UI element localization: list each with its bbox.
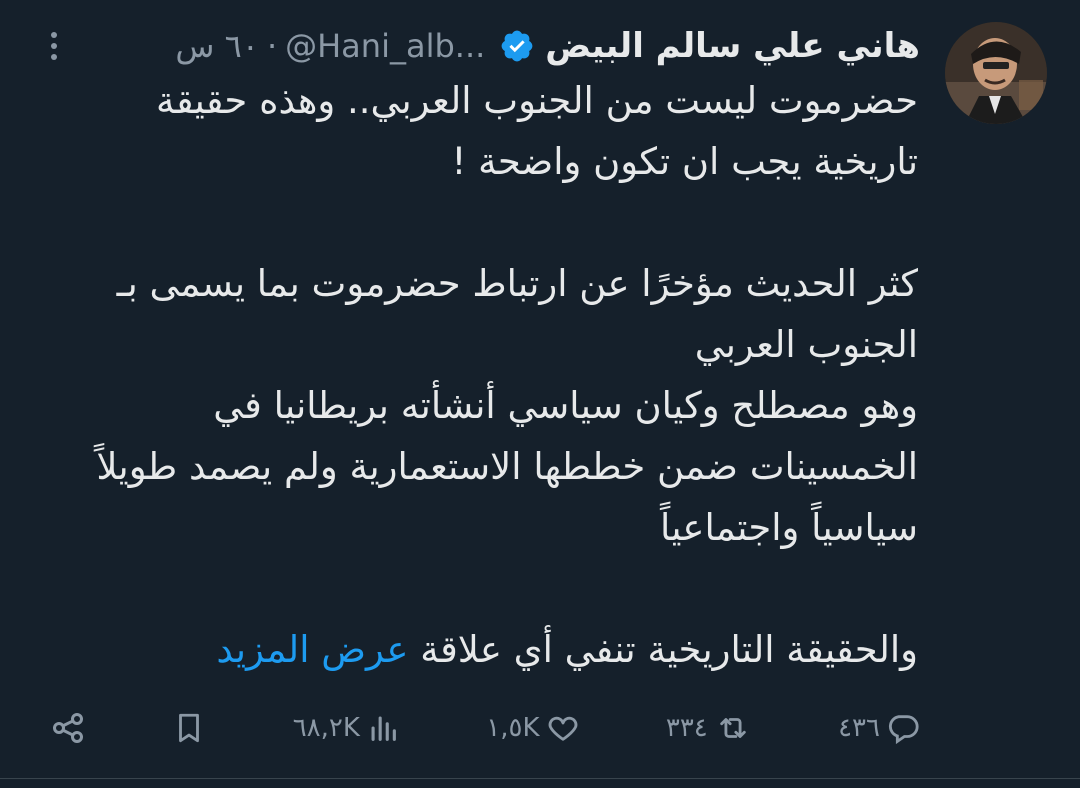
tweet-time[interactable]: ٦٠ س [175,27,259,65]
author-handle[interactable]: @Hani_alb... [285,27,485,65]
reply-button[interactable]: ٤٣٦ [838,711,920,745]
author-name[interactable]: هاني علي سالم البيض [545,26,920,66]
like-icon [546,711,580,745]
tweet-line: وهو مصطلح وكيان سياسي أنشأته بريطانيا في [213,384,918,427]
tweet-line: سياسياً واجتماعياً [659,506,918,549]
action-bar: ٤٣٦ ٣٣٤ ١,٥K ٦٨,٢K [50,700,920,756]
tweet-line: الجنوب العربي [694,323,918,366]
views-icon [366,711,400,745]
more-options-icon[interactable] [42,26,66,66]
share-icon [50,710,86,746]
tweet[interactable]: هاني علي سالم البيض @Hani_alb... · ٦٠ س … [0,0,1080,788]
separator-dot: · [266,27,278,65]
tweet-body: حضرموت ليست من الجنوب العربي.. وهذه حقيق… [58,70,918,680]
tweet-last-line: والحقيقة التاريخية تنفي أي علاقة عرض الم… [58,619,918,680]
tweet-line: تاريخية يجب ان تكون واضحة ! [451,140,918,183]
avatar[interactable] [945,22,1047,124]
like-count: ١,٥K [486,713,540,743]
divider [0,778,1080,779]
show-more-link[interactable]: عرض المزيد [216,628,408,671]
bookmark-button[interactable] [172,710,206,746]
view-count: ٦٨,٢K [292,713,360,743]
reply-count: ٤٣٦ [838,713,880,743]
views-button[interactable]: ٦٨,٢K [293,711,400,745]
reply-icon [886,711,920,745]
bookmark-icon [172,710,206,746]
tweet-line [58,558,918,619]
share-button[interactable] [50,710,86,746]
tweet-last-line-text: والحقيقة التاريخية تنفي أي علاقة [420,628,918,671]
verified-badge-icon [499,28,535,64]
tweet-line: الخمسينات ضمن خططها الاستعمارية ولم يصمد… [96,445,918,488]
retweet-button[interactable]: ٣٣٤ [666,711,752,745]
tweet-line: كثر الحديث مؤخرًا عن ارتباط حضرموت بما ي… [116,262,918,305]
tweet-line [58,192,918,253]
retweet-icon [714,711,752,745]
like-button[interactable]: ١,٥K [486,711,579,745]
tweet-header: هاني علي سالم البيض @Hani_alb... · ٦٠ س [40,22,920,70]
tweet-line: حضرموت ليست من الجنوب العربي.. وهذه حقيق… [156,79,918,122]
retweet-count: ٣٣٤ [665,713,708,743]
